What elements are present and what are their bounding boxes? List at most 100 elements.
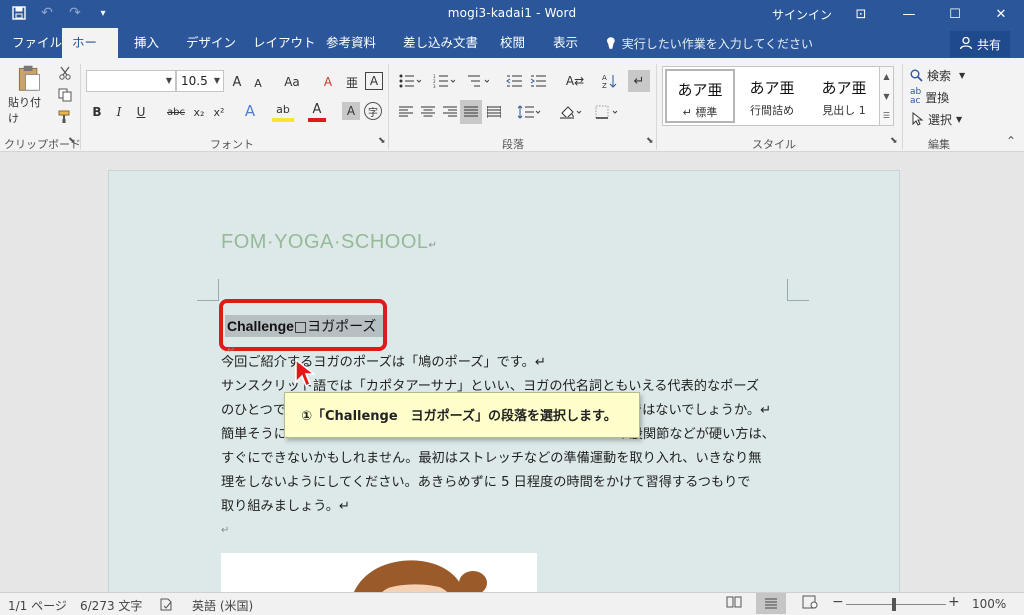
scroll-down-icon[interactable]: ▼ bbox=[880, 87, 893, 107]
language-status[interactable]: 英語 (米国) bbox=[192, 597, 253, 614]
styles-gallery-scroll[interactable]: ▲ ▼ ☰ bbox=[880, 66, 894, 126]
decrease-indent-icon[interactable] bbox=[504, 70, 524, 92]
superscript-icon[interactable]: x² bbox=[210, 102, 228, 122]
selected-heading-paragraph[interactable]: Challenge□ヨガポーズ↵ bbox=[225, 315, 383, 356]
line-spacing-icon[interactable] bbox=[514, 102, 544, 122]
asian-layout-icon[interactable]: A⇄ bbox=[560, 70, 590, 92]
heading-latin-text: Challenge bbox=[227, 318, 294, 334]
style-no-spacing[interactable]: あア亜 行間詰め bbox=[737, 69, 807, 123]
heading-highlight-box[interactable]: Challenge□ヨガポーズ↵ bbox=[219, 299, 387, 356]
close-button[interactable]: ✕ bbox=[978, 0, 1024, 28]
shading-icon[interactable] bbox=[556, 102, 586, 122]
word-count[interactable]: 6/273 文字 bbox=[80, 597, 142, 614]
web-layout-icon[interactable] bbox=[802, 595, 818, 612]
style-normal[interactable]: あア亜 ↵ 標準 bbox=[665, 69, 735, 123]
body-line: ↵ bbox=[221, 525, 230, 536]
character-shading-icon[interactable]: A bbox=[342, 102, 360, 120]
read-mode-icon[interactable] bbox=[726, 595, 742, 612]
status-bar: 1/1 ページ 6/273 文字 英語 (米国) − + 100% bbox=[0, 592, 1024, 615]
zoom-slider-track[interactable] bbox=[846, 604, 946, 605]
replace-button[interactable]: ab ac 置換 bbox=[910, 88, 949, 106]
copy-icon[interactable] bbox=[56, 86, 74, 104]
text-effects-icon[interactable]: A bbox=[240, 100, 260, 122]
yoga-illustration[interactable] bbox=[221, 553, 537, 592]
font-launcher-icon[interactable]: ⬊ bbox=[378, 136, 386, 146]
styles-launcher-icon[interactable]: ⬊ bbox=[890, 136, 898, 146]
proofing-icon[interactable] bbox=[160, 597, 176, 614]
subscript-icon[interactable]: x₂ bbox=[190, 102, 208, 122]
tab-references[interactable]: 参考資料 bbox=[316, 28, 386, 58]
font-size-select[interactable]: 10.5 ▼ bbox=[176, 70, 224, 92]
enclose-characters-icon[interactable]: 字 bbox=[364, 102, 382, 120]
font-name-select[interactable]: ▼ bbox=[86, 70, 176, 92]
strikethrough-icon[interactable]: abc bbox=[164, 102, 188, 122]
borders-icon[interactable] bbox=[592, 102, 622, 122]
tab-home[interactable]: ホーム bbox=[62, 28, 118, 80]
shrink-font-icon[interactable]: A bbox=[249, 74, 267, 92]
signin-link[interactable]: サインイン bbox=[772, 6, 832, 23]
group-separator bbox=[902, 64, 903, 150]
change-case-icon[interactable]: Aa bbox=[278, 72, 306, 92]
character-border-icon[interactable]: A bbox=[365, 72, 383, 90]
print-layout-icon[interactable] bbox=[756, 593, 786, 614]
scroll-up-icon[interactable]: ▲ bbox=[880, 67, 893, 87]
ribbon-display-options-icon[interactable]: ⊡ bbox=[838, 0, 884, 28]
style-heading-1[interactable]: あア亜 見出し 1 bbox=[809, 69, 879, 123]
tab-view[interactable]: 表示 bbox=[543, 28, 588, 58]
select-button[interactable]: 選択 ▼ bbox=[912, 110, 962, 128]
highlight-icon[interactable]: ab bbox=[272, 100, 294, 122]
tab-mailings[interactable]: 差し込み文書 bbox=[393, 28, 488, 58]
multilevel-list-icon[interactable] bbox=[464, 70, 492, 92]
chevron-down-icon: ▼ bbox=[956, 114, 963, 124]
paste-label: 貼り付け bbox=[8, 96, 41, 125]
grow-font-icon[interactable]: A bbox=[228, 72, 246, 92]
clear-formatting-icon[interactable]: A bbox=[318, 72, 338, 92]
distributed-icon[interactable] bbox=[484, 102, 504, 122]
paragraph-launcher-icon[interactable]: ⬊ bbox=[646, 136, 654, 146]
page-count[interactable]: 1/1 ページ bbox=[8, 597, 67, 614]
find-button[interactable]: 検索 ▼ bbox=[910, 66, 965, 84]
zoom-level[interactable]: 100% bbox=[972, 597, 1006, 611]
tab-review[interactable]: 校閲 bbox=[490, 28, 535, 58]
zoom-out-icon[interactable]: − bbox=[832, 594, 844, 610]
justify-icon[interactable] bbox=[460, 100, 482, 124]
document-page[interactable]: FOM·YOGA·SCHOOL↵ Challenge□ヨガポーズ↵ 今回ご紹介す… bbox=[108, 170, 900, 592]
show-formatting-marks-icon[interactable]: ↵ bbox=[628, 70, 650, 92]
zoom-slider-thumb[interactable] bbox=[892, 598, 896, 611]
font-group-label: フォント bbox=[210, 138, 254, 151]
cut-icon[interactable] bbox=[56, 64, 74, 82]
search-icon bbox=[910, 69, 923, 82]
share-button[interactable]: 共有 bbox=[950, 31, 1010, 57]
replace-icon: ab ac bbox=[910, 87, 922, 106]
bold-icon[interactable]: B bbox=[88, 102, 106, 122]
underline-icon[interactable]: U bbox=[132, 102, 150, 122]
minimize-button[interactable]: — bbox=[886, 0, 932, 28]
italic-icon[interactable]: I bbox=[110, 102, 128, 122]
styles-group-label: スタイル bbox=[752, 138, 796, 151]
clipboard-launcher-icon[interactable]: ⬊ bbox=[68, 136, 76, 146]
group-separator bbox=[656, 64, 657, 150]
style-preview: あア亜 bbox=[749, 79, 795, 97]
tab-design[interactable]: デザイン bbox=[176, 28, 246, 58]
bullets-icon[interactable] bbox=[396, 70, 424, 92]
maximize-button[interactable]: ☐ bbox=[932, 0, 978, 28]
zoom-in-icon[interactable]: + bbox=[948, 594, 960, 610]
format-painter-icon[interactable] bbox=[56, 108, 74, 126]
group-separator bbox=[388, 64, 389, 150]
align-center-icon[interactable] bbox=[418, 102, 438, 122]
align-right-icon[interactable] bbox=[440, 102, 460, 122]
collapse-ribbon-icon[interactable]: ⌃ bbox=[1006, 134, 1016, 148]
tab-insert[interactable]: 挿入 bbox=[124, 28, 169, 58]
tab-layout[interactable]: レイアウト bbox=[243, 28, 326, 58]
svg-text:A: A bbox=[602, 74, 607, 82]
tell-me-box[interactable]: 💡 実行したい作業を入力してください bbox=[604, 35, 813, 52]
align-left-icon[interactable] bbox=[396, 102, 416, 122]
style-preview: あア亜 bbox=[677, 81, 723, 99]
numbering-icon[interactable]: 123 bbox=[430, 70, 458, 92]
paste-button[interactable]: 貼り付け bbox=[8, 64, 50, 126]
font-color-icon[interactable]: A bbox=[308, 100, 326, 122]
sort-icon[interactable]: AZ bbox=[598, 70, 620, 92]
gallery-more-icon[interactable]: ☰ bbox=[880, 107, 893, 125]
phonetic-guide-icon[interactable]: 亜 bbox=[342, 72, 362, 92]
increase-indent-icon[interactable] bbox=[528, 70, 548, 92]
